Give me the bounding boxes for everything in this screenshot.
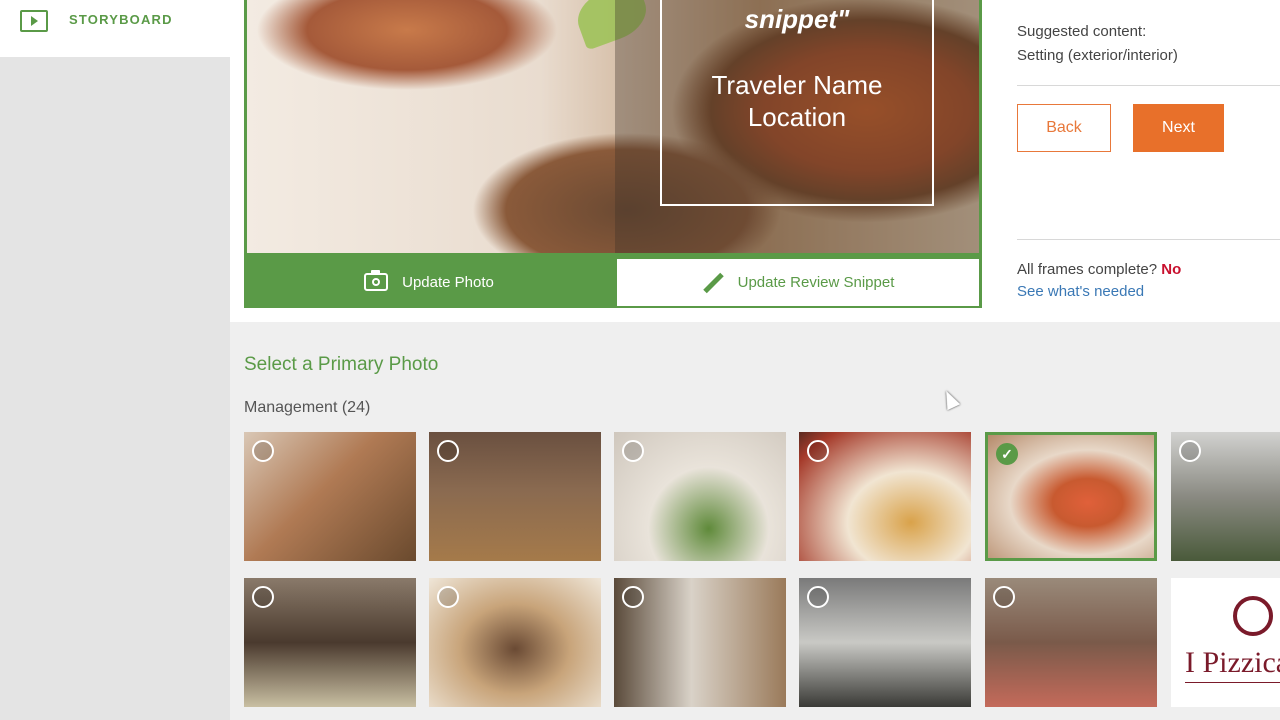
play-icon [20,10,48,32]
photo-thumbnail[interactable] [429,578,601,707]
radio-button[interactable] [437,586,459,608]
pencil-icon [702,272,724,294]
logo-underline [1185,682,1280,683]
frames-complete-status: All frames complete? No [1017,261,1181,278]
sidebar-storyboard-item[interactable]: STORYBOARD [0,0,230,57]
radio-button[interactable] [622,586,644,608]
next-button[interactable]: Next [1133,104,1224,152]
radio-button[interactable] [622,440,644,462]
photo-thumbnail[interactable] [799,432,971,561]
photo-thumbnail[interactable]: ✓ [985,432,1157,561]
update-snippet-label: Update Review Snippet [737,274,895,291]
divider [1017,85,1280,86]
traveler-name: Traveler Name [711,70,883,100]
radio-button[interactable] [1179,440,1201,462]
radio-button-checked[interactable]: ✓ [996,443,1018,465]
sidebar: STORYBOARD [0,0,230,720]
camera-icon [364,270,389,291]
suggested-content-label: Suggested content: [1017,23,1147,40]
photo-thumbnail[interactable] [799,578,971,707]
photo-thumbnail[interactable] [614,432,786,561]
mouse-cursor-icon [939,387,961,411]
logo-text: I Pizzica [1185,646,1280,679]
radio-button[interactable] [437,440,459,462]
radio-button[interactable] [252,586,274,608]
back-button[interactable]: Back [1017,104,1111,152]
photo-thumbnail[interactable] [244,432,416,561]
pizzica-logo-icon [1233,596,1273,636]
see-whats-needed-link[interactable]: See what's needed [1017,283,1144,300]
photo-thumbnail[interactable] [614,578,786,707]
photo-thumbnail[interactable] [244,578,416,707]
review-card: snippet" Traveler Name Location [660,0,934,206]
update-photo-button[interactable]: Update Photo [244,256,614,308]
update-review-snippet-button[interactable]: Update Review Snippet [617,259,979,306]
photo-thumbnail[interactable] [429,432,601,561]
update-photo-label: Update Photo [402,273,494,291]
radio-button[interactable] [807,440,829,462]
traveler-location: Location [747,102,847,132]
preview-action-bar: Update Photo Update Review Snippet [244,256,982,308]
frame-preview: snippet" Traveler Name Location [244,0,982,256]
storyboard-label: STORYBOARD [69,12,173,27]
snippet-text: snippet" [744,4,850,34]
photo-thumbnail[interactable] [985,578,1157,707]
frames-complete-value: No [1161,261,1182,278]
photo-group-label[interactable]: Management (24) [244,399,370,417]
frames-complete-label: All frames complete? [1017,261,1158,278]
section-title: Select a Primary Photo [244,354,439,375]
divider [1017,239,1280,240]
suggested-content-value: Setting (exterior/interior) [1017,47,1178,64]
radio-button[interactable] [993,586,1015,608]
photo-thumbnail[interactable] [1171,432,1280,561]
radio-button[interactable] [807,586,829,608]
radio-button[interactable] [252,440,274,462]
photo-thumbnail[interactable]: I Pizzica [1171,578,1280,707]
